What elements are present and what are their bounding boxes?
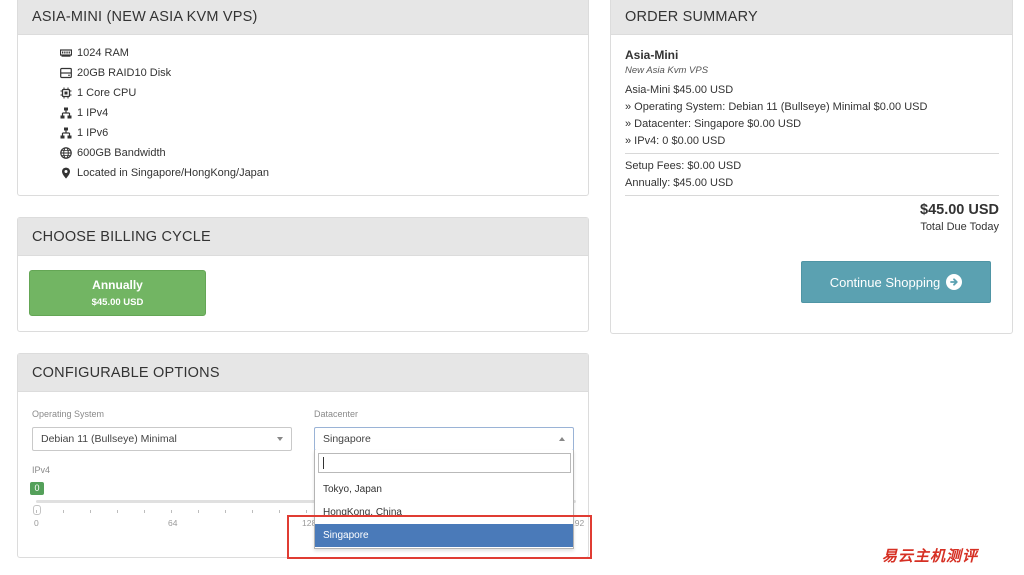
- slider-tick: [117, 510, 118, 513]
- product-title: ASIA-MINI (NEW ASIA KVM VPS): [18, 0, 588, 35]
- order-summary-title: ORDER SUMMARY: [611, 0, 1012, 35]
- feature-list: 1024 RAM 20GB RAID10 Disk 1 Core CPU 1 I…: [18, 35, 588, 183]
- datacenter-label: Datacenter: [314, 409, 359, 419]
- globe-icon: [60, 147, 72, 159]
- ipv4-slider-handle[interactable]: [33, 505, 41, 515]
- order-setup-fees: Setup Fees: $0.00 USD: [625, 160, 742, 172]
- billing-cycle-label: Annually: [92, 278, 143, 292]
- hard-disk-icon: [60, 67, 72, 79]
- slider-tick: [279, 510, 280, 513]
- network-icon: [60, 107, 72, 119]
- slider-tick: [225, 510, 226, 513]
- slider-tick: [198, 510, 199, 513]
- order-annually: Annually: $45.00 USD: [625, 177, 734, 189]
- feature-item: 1 Core CPU: [60, 83, 588, 103]
- product-panel: ASIA-MINI (NEW ASIA KVM VPS) 1024 RAM 20…: [17, 0, 589, 196]
- billing-cycle-price: $45.00 USD: [91, 297, 144, 308]
- os-select[interactable]: Debian 11 (Bullseye) Minimal: [32, 427, 292, 451]
- feature-item: 600GB Bandwidth: [60, 143, 588, 163]
- cpu-icon: [60, 87, 72, 99]
- feature-text: 1 Core CPU: [77, 87, 137, 99]
- feature-text: Located in Singapore/HongKong/Japan: [77, 167, 270, 179]
- continue-shopping-label: Continue Shopping: [829, 274, 941, 290]
- chevron-down-icon: [277, 437, 283, 441]
- os-select-value: Debian 11 (Bullseye) Minimal: [41, 433, 177, 445]
- slider-tick-label: 0: [34, 518, 39, 528]
- billing-cycle-panel: CHOOSE BILLING CYCLE Annually $45.00 USD: [17, 217, 589, 332]
- dropdown-option-tokyo[interactable]: Tokyo, Japan: [315, 478, 573, 501]
- order-total: $45.00 USD: [920, 202, 999, 218]
- feature-text: 600GB Bandwidth: [77, 147, 166, 159]
- slider-tick-label: 64: [168, 518, 178, 528]
- slider-tick: [63, 510, 64, 513]
- slider-tick: [252, 510, 253, 513]
- dropdown-search-input[interactable]: [318, 453, 571, 473]
- memory-icon: [60, 47, 72, 59]
- map-marker-icon: [60, 167, 72, 179]
- feature-text: 1024 RAM: [77, 47, 129, 59]
- divider: [625, 153, 999, 154]
- feature-item: 1024 RAM: [60, 43, 588, 63]
- ipv4-label: IPv4: [32, 465, 51, 475]
- order-line: » Datacenter: Singapore $0.00 USD: [625, 118, 802, 130]
- network-icon: [60, 127, 72, 139]
- feature-item: 20GB RAID10 Disk: [60, 63, 588, 83]
- order-summary-body: Asia-Mini New Asia Kvm VPS Asia-Mini $45…: [625, 41, 999, 233]
- text-cursor: [323, 457, 324, 469]
- order-line: » IPv4: 0 $0.00 USD: [625, 135, 726, 147]
- slider-tick: [90, 510, 91, 513]
- order-line: » Operating System: Debian 11 (Bullseye)…: [625, 101, 928, 113]
- datacenter-select-value: Singapore: [323, 433, 371, 445]
- watermark: 易云主机测评: [882, 547, 979, 565]
- datacenter-dropdown: Tokyo, Japan HongKong, China Singapore: [314, 450, 574, 549]
- divider: [625, 195, 999, 196]
- datacenter-select[interactable]: Singapore: [314, 427, 574, 451]
- chevron-up-icon: [559, 437, 565, 441]
- billing-cycle-annually-button[interactable]: Annually $45.00 USD: [29, 270, 206, 316]
- feature-text: 1 IPv6: [77, 127, 109, 139]
- feature-item: 1 IPv4: [60, 103, 588, 123]
- dropdown-option-singapore[interactable]: Singapore: [315, 524, 573, 547]
- dropdown-option-hongkong[interactable]: HongKong, China: [315, 501, 573, 524]
- order-summary-panel: ORDER SUMMARY Asia-Mini New Asia Kvm VPS…: [610, 0, 1013, 334]
- configurable-options-title: CONFIGURABLE OPTIONS: [18, 354, 588, 392]
- feature-text: 20GB RAID10 Disk: [77, 67, 172, 79]
- arrow-right-circle-icon: [946, 274, 963, 290]
- feature-item: 1 IPv6: [60, 123, 588, 143]
- os-label: Operating System: [32, 409, 105, 419]
- slider-tick: [306, 510, 307, 513]
- slider-tick: [36, 510, 37, 513]
- order-total-label: Total Due Today: [920, 221, 999, 233]
- slider-tick: [144, 510, 145, 513]
- ipv4-slider-value: 0: [30, 482, 44, 495]
- billing-cycle-title: CHOOSE BILLING CYCLE: [18, 218, 588, 256]
- order-line: Asia-Mini $45.00 USD: [625, 84, 734, 96]
- feature-text: 1 IPv4: [77, 107, 109, 119]
- order-product-group: New Asia Kvm VPS: [625, 65, 709, 76]
- feature-item: Located in Singapore/HongKong/Japan: [60, 163, 588, 183]
- order-product-name: Asia-Mini: [625, 48, 679, 62]
- continue-shopping-button[interactable]: Continue Shopping: [801, 261, 991, 303]
- slider-tick: [171, 510, 172, 513]
